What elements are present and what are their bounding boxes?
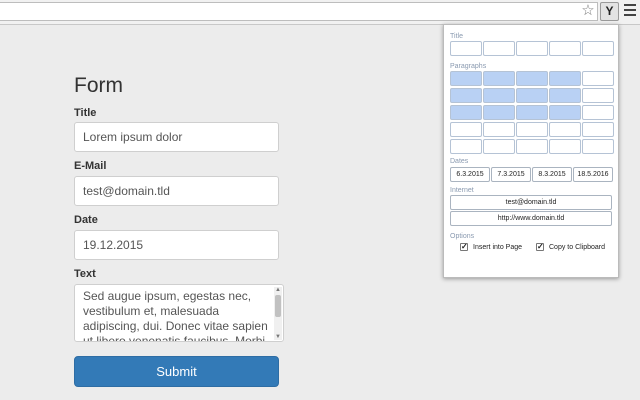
- scroll-down-icon[interactable]: ▼: [274, 334, 282, 340]
- paragraph-cell[interactable]: [483, 122, 515, 137]
- text-area-content: Sed augue ipsum, egestas nec, vestibulum…: [83, 289, 268, 342]
- scroll-thumb[interactable]: [275, 295, 281, 317]
- title-section-label: Title: [450, 33, 463, 40]
- date-option[interactable]: 18.5.2016: [573, 167, 613, 182]
- insert-option[interactable]: ✓ Insert into Page: [460, 243, 522, 251]
- date-input[interactable]: 19.12.2015: [74, 230, 279, 260]
- paragraph-cell[interactable]: [582, 105, 614, 120]
- date-option[interactable]: 7.3.2015: [491, 167, 531, 182]
- paragraph-cell[interactable]: [450, 88, 482, 103]
- address-bar[interactable]: [0, 2, 598, 21]
- paragraph-cell[interactable]: [582, 88, 614, 103]
- browser-toolbar: ☆ Y: [0, 0, 640, 25]
- dates-row: 6.3.2015 7.3.2015 8.3.2015 18.5.2016: [450, 167, 614, 182]
- insert-checkbox[interactable]: ✓: [460, 243, 468, 251]
- paragraph-cell[interactable]: [549, 71, 581, 86]
- paragraph-cell[interactable]: [450, 71, 482, 86]
- paragraph-cell[interactable]: [582, 71, 614, 86]
- paragraph-cell[interactable]: [549, 139, 581, 154]
- paragraph-cell[interactable]: [450, 105, 482, 120]
- paragraph-cell[interactable]: [483, 139, 515, 154]
- paragraph-cell[interactable]: [450, 139, 482, 154]
- copy-option[interactable]: ✓ Copy to Clipboard: [536, 243, 605, 251]
- title-cell[interactable]: [516, 41, 548, 56]
- copy-option-label: Copy to Clipboard: [549, 243, 606, 251]
- title-cell[interactable]: [450, 41, 482, 56]
- paragraphs-grid: [450, 71, 615, 156]
- paragraph-cell[interactable]: [516, 71, 548, 86]
- paragraph-cell[interactable]: [516, 88, 548, 103]
- extension-button[interactable]: Y: [600, 2, 619, 21]
- date-label: Date: [74, 214, 98, 226]
- title-label: Title: [74, 107, 97, 119]
- text-area[interactable]: Sed augue ipsum, egestas nec, vestibulum…: [74, 284, 284, 342]
- scroll-up-icon[interactable]: ▲: [274, 287, 282, 293]
- title-cell[interactable]: [549, 41, 581, 56]
- paragraph-cell[interactable]: [549, 88, 581, 103]
- paragraph-cell[interactable]: [516, 122, 548, 137]
- dates-section-label: Dates: [450, 158, 469, 165]
- paragraph-cell[interactable]: [549, 105, 581, 120]
- title-input[interactable]: Lorem ipsum dolor: [74, 122, 279, 152]
- text-label: Text: [74, 268, 96, 280]
- date-option[interactable]: 8.3.2015: [532, 167, 572, 182]
- paragraph-cell[interactable]: [483, 71, 515, 86]
- options-section-label: Options: [450, 233, 475, 240]
- date-option[interactable]: 6.3.2015: [450, 167, 490, 182]
- paragraphs-section-label: Paragraphs: [450, 63, 487, 70]
- internet-section-label: Internet: [450, 187, 474, 194]
- menu-icon[interactable]: [624, 4, 636, 18]
- paragraph-cell[interactable]: [516, 139, 548, 154]
- title-cell[interactable]: [582, 41, 614, 56]
- submit-button[interactable]: Submit: [74, 356, 279, 387]
- extension-popup: Title Paragraphs Dates 6.3.2015 7.3.2015…: [443, 24, 619, 278]
- email-option[interactable]: test@domain.tld: [450, 195, 612, 210]
- paragraph-cell[interactable]: [450, 122, 482, 137]
- text-area-scrollbar[interactable]: ▲ ▼: [274, 287, 282, 340]
- paragraph-cell[interactable]: [549, 122, 581, 137]
- title-grid: [450, 41, 615, 58]
- paragraph-cell[interactable]: [483, 105, 515, 120]
- title-cell[interactable]: [483, 41, 515, 56]
- paragraph-cell[interactable]: [516, 105, 548, 120]
- url-option[interactable]: http://www.domain.tld: [450, 211, 612, 226]
- email-label: E-Mail: [74, 160, 107, 172]
- star-icon[interactable]: ☆: [580, 2, 596, 20]
- copy-checkbox[interactable]: ✓: [536, 243, 544, 251]
- paragraph-cell[interactable]: [582, 139, 614, 154]
- paragraph-cell[interactable]: [483, 88, 515, 103]
- form-title: Form: [74, 74, 123, 97]
- insert-option-label: Insert into Page: [473, 243, 523, 251]
- paragraph-cell[interactable]: [582, 122, 614, 137]
- email-input[interactable]: test@domain.tld: [74, 176, 279, 206]
